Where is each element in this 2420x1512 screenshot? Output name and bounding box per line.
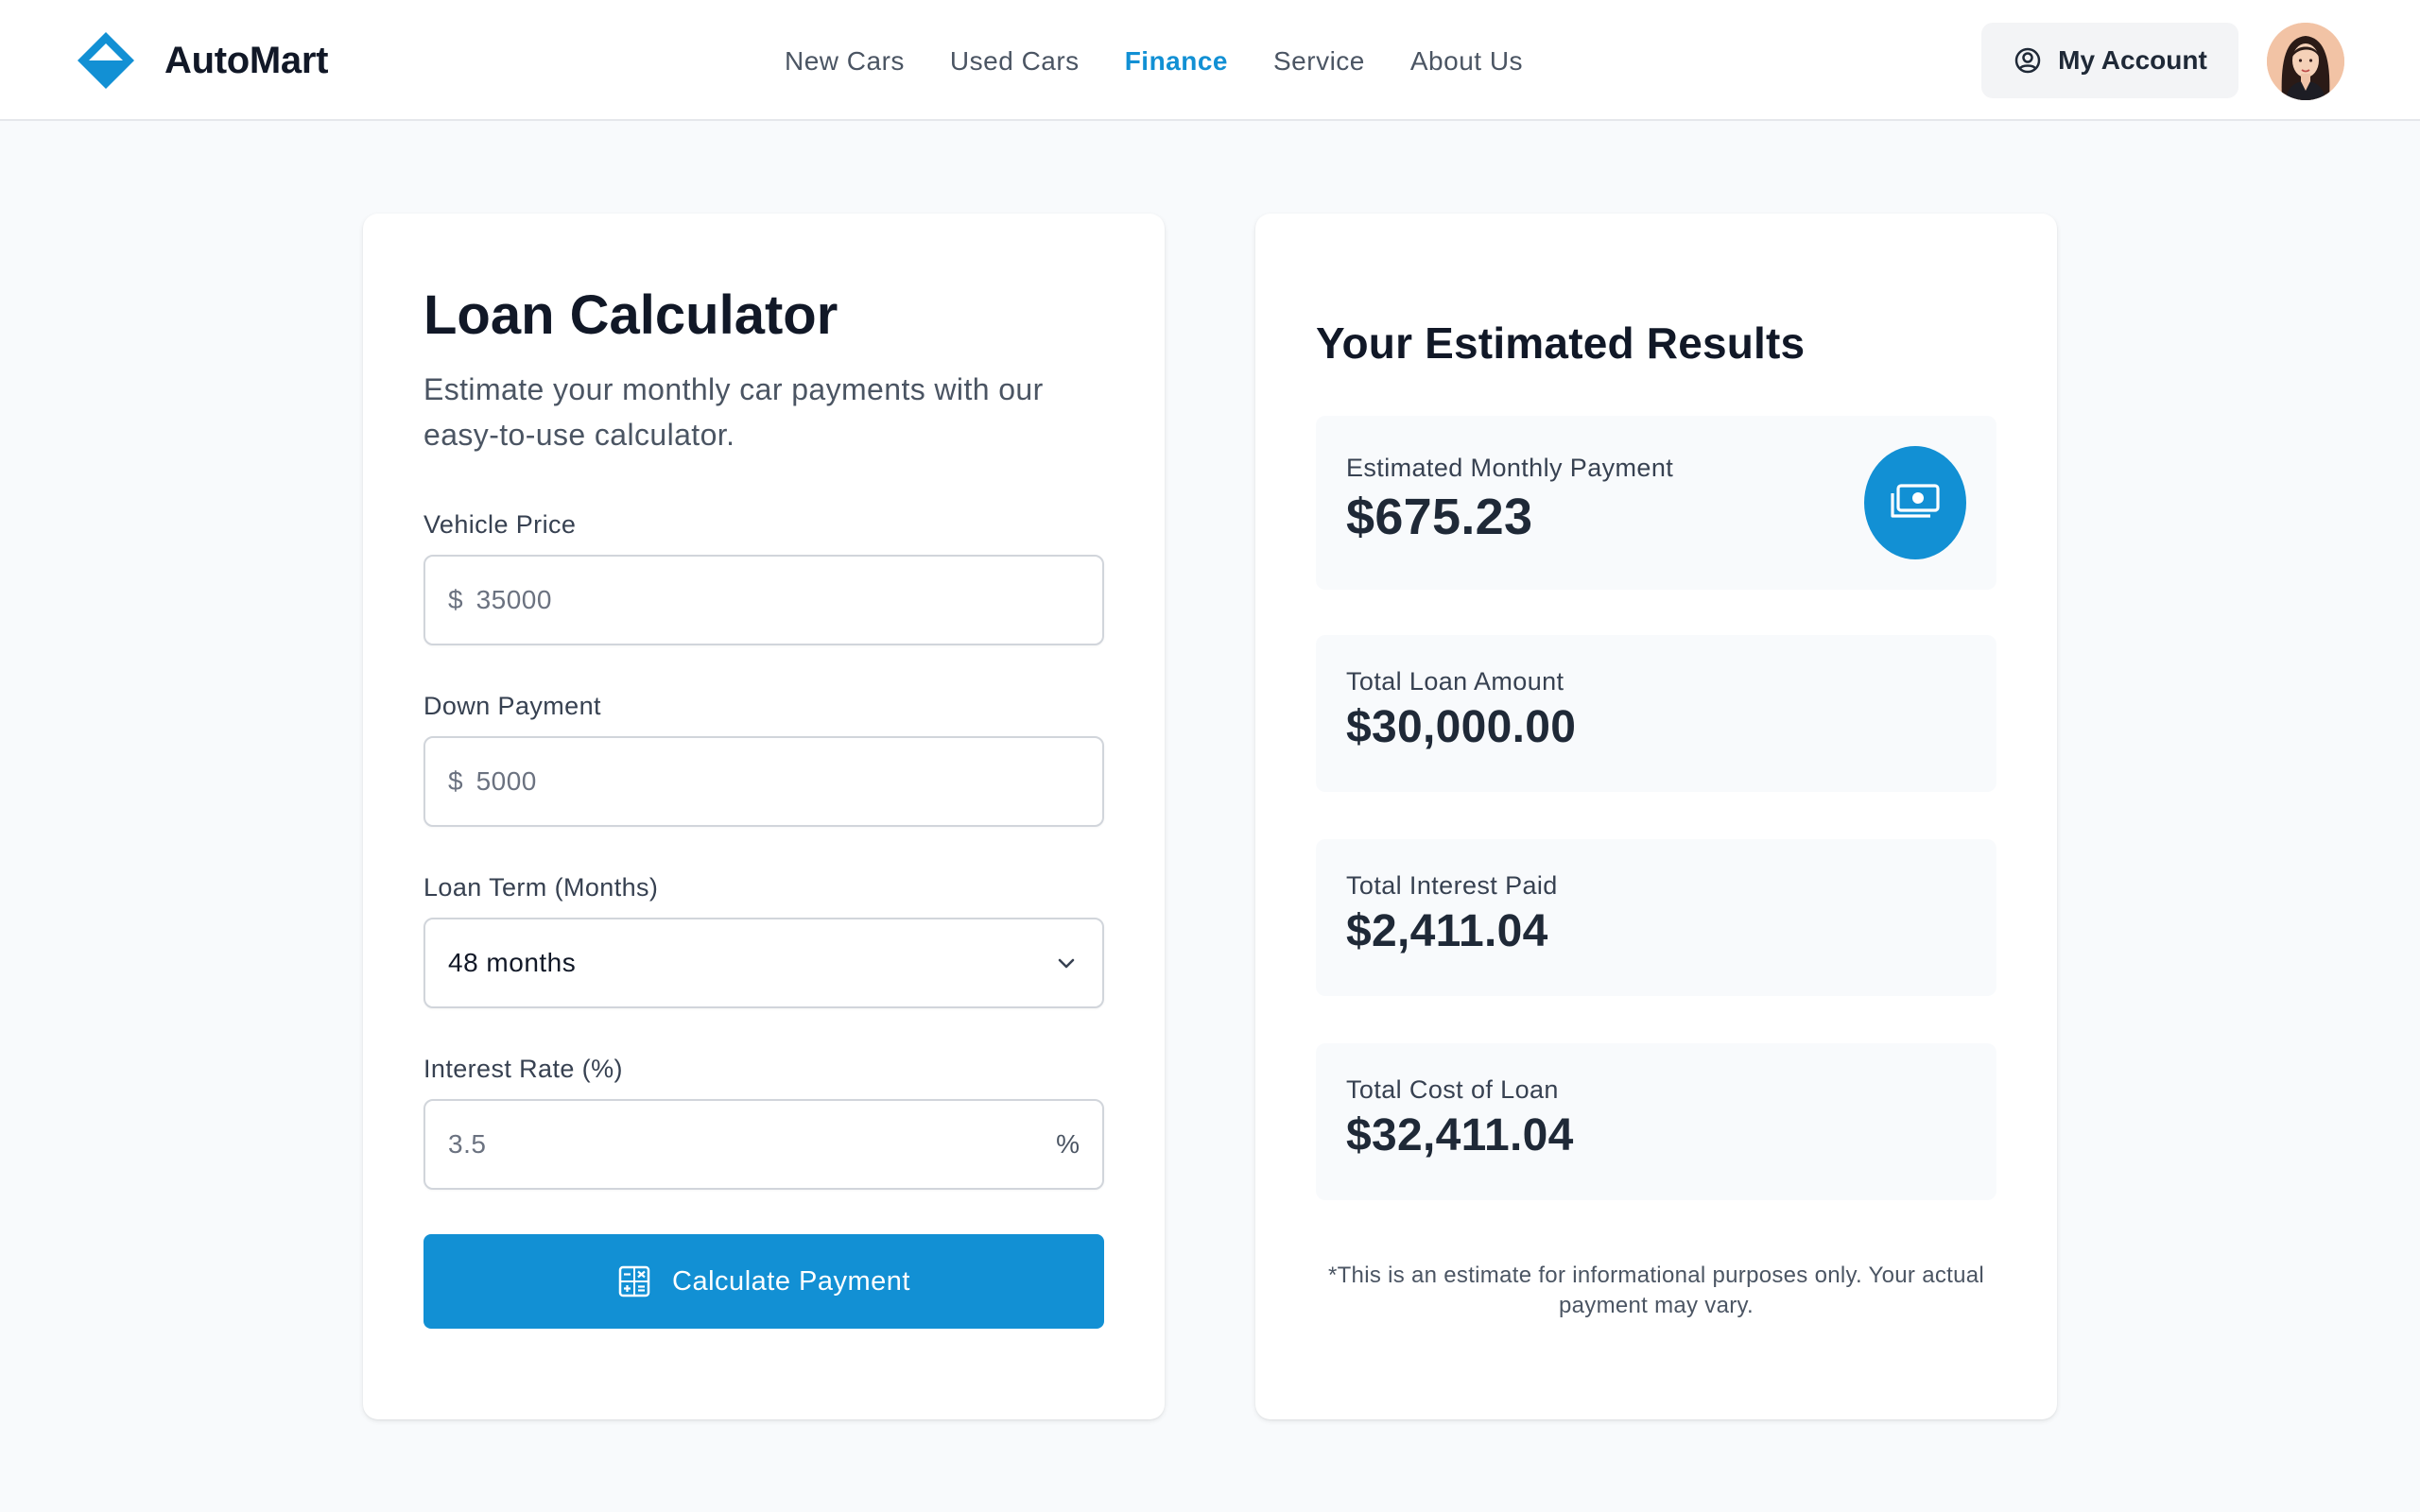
calculator-title: Loan Calculator — [424, 284, 838, 346]
loan-term-field: Loan Term (Months) 48 months — [424, 873, 1104, 1008]
interest-paid-label: Total Interest Paid — [1346, 871, 1558, 900]
down-payment-field: Down Payment $ 5000 — [424, 692, 1104, 827]
interest-rate-input[interactable]: 3.5 % — [424, 1099, 1104, 1190]
down-payment-value: 5000 — [475, 766, 537, 796]
nav-about-us[interactable]: About Us — [1410, 46, 1523, 77]
interest-rate-field: Interest Rate (%) 3.5 % — [424, 1055, 1104, 1190]
user-avatar-image — [2267, 23, 2344, 100]
vehicle-price-label: Vehicle Price — [424, 510, 577, 539]
monthly-payment-label: Estimated Monthly Payment — [1346, 454, 1674, 482]
interest-rate-label: Interest Rate (%) — [424, 1055, 623, 1083]
estimated-results-card: Your Estimated Results Estimated Monthly… — [1255, 214, 2057, 1419]
calculate-payment-button[interactable]: Calculate Payment — [424, 1234, 1104, 1329]
nav-used-cars[interactable]: Used Cars — [950, 46, 1080, 77]
dollar-prefix: $ — [448, 766, 463, 796]
loan-calculator-card: Loan Calculator Estimate your monthly ca… — [363, 214, 1165, 1419]
loan-amount-value: $30,000.00 — [1346, 702, 1577, 752]
vehicle-price-value: 35000 — [475, 585, 552, 614]
avatar[interactable] — [2267, 23, 2344, 100]
nav-new-cars[interactable]: New Cars — [785, 46, 905, 77]
loan-term-value: 48 months — [448, 948, 577, 977]
calculator-subtitle: Estimate your monthly car payments with … — [424, 371, 1044, 452]
monthly-payment-value: $675.23 — [1346, 489, 1533, 545]
top-navigation-bar: AutoMart New Cars Used Cars Finance Serv… — [0, 0, 2420, 121]
chevron-down-icon — [1058, 958, 1075, 969]
interest-paid-value: $2,411.04 — [1346, 906, 1548, 956]
total-cost-value: $32,411.04 — [1346, 1110, 1574, 1160]
results-title: Your Estimated Results — [1316, 318, 1806, 368]
my-account-label: My Account — [2058, 45, 2207, 75]
down-payment-label: Down Payment — [424, 692, 601, 720]
brand[interactable]: AutoMart — [76, 28, 328, 93]
nav-service[interactable]: Service — [1273, 46, 1365, 77]
interest-paid-box: Total Interest Paid $2,411.04 — [1316, 839, 1996, 996]
vehicle-price-input[interactable]: $ 35000 — [424, 555, 1104, 645]
loan-term-label: Loan Term (Months) — [424, 873, 659, 902]
total-cost-box: Total Cost of Loan $32,411.04 — [1316, 1043, 1996, 1200]
automart-logo-icon — [78, 32, 134, 89]
loan-term-select[interactable]: 48 months — [424, 918, 1104, 1008]
disclaimer-text: *This is an estimate for informational p… — [1327, 1263, 1985, 1318]
monthly-payment-box: Estimated Monthly Payment $675.23 — [1316, 416, 1996, 590]
nav-finance[interactable]: Finance — [1125, 46, 1228, 77]
vehicle-price-field: Vehicle Price $ 35000 — [424, 510, 1104, 645]
interest-rate-value: 3.5 — [448, 1129, 487, 1159]
user-circle-icon — [2014, 47, 2041, 74]
percent-suffix: % — [1056, 1129, 1080, 1159]
loan-amount-box: Total Loan Amount $30,000.00 — [1316, 635, 1996, 792]
brand-name: AutoMart — [164, 39, 329, 81]
down-payment-input[interactable]: $ 5000 — [424, 736, 1104, 827]
calculate-payment-label: Calculate Payment — [672, 1265, 910, 1297]
total-cost-label: Total Cost of Loan — [1346, 1075, 1559, 1104]
dollar-prefix: $ — [448, 585, 463, 614]
my-account-button[interactable]: My Account — [1981, 23, 2238, 98]
loan-amount-label: Total Loan Amount — [1346, 667, 1564, 696]
calculator-icon — [618, 1265, 650, 1297]
money-icon — [1864, 446, 1966, 559]
cash-icon — [1891, 484, 1940, 518]
main-nav: New Cars Used Cars Finance Service About… — [785, 38, 1523, 85]
